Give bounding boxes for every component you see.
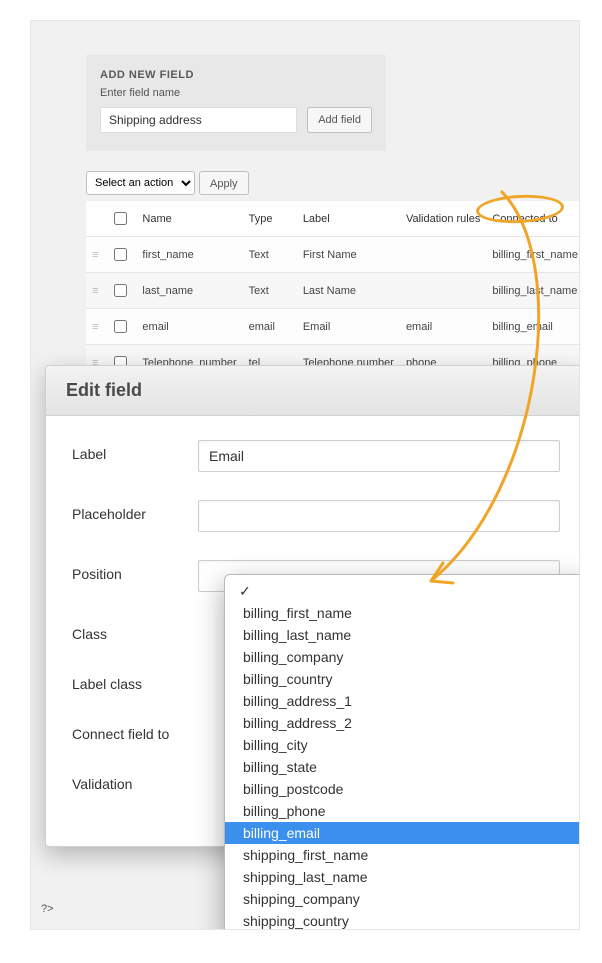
- col-connected: Connected to: [486, 201, 580, 237]
- dropdown-option[interactable]: billing_postcode: [225, 778, 580, 800]
- dropdown-option[interactable]: billing_address_1: [225, 690, 580, 712]
- apply-button[interactable]: Apply: [199, 171, 249, 195]
- cell-label: First Name: [297, 237, 400, 273]
- cell-validation: [400, 273, 486, 309]
- connect-field-label: Connect field to: [72, 720, 198, 742]
- cell-connected: billing_email: [486, 309, 580, 345]
- drag-handle-icon[interactable]: ≡: [92, 321, 98, 333]
- row-checkbox[interactable]: [114, 248, 127, 261]
- dropdown-checkmark: ✓: [225, 581, 580, 602]
- dropdown-option[interactable]: billing_first_name: [225, 602, 580, 624]
- table-row[interactable]: ≡ last_nameTextLast Name billing_last_name: [86, 273, 580, 309]
- cell-connected: billing_last_name: [486, 273, 580, 309]
- cell-label: Email: [297, 309, 400, 345]
- dropdown-option[interactable]: shipping_last_name: [225, 866, 580, 888]
- dropdown-option[interactable]: billing_last_name: [225, 624, 580, 646]
- dropdown-option[interactable]: billing_country: [225, 668, 580, 690]
- row-checkbox[interactable]: [114, 284, 127, 297]
- dropdown-option[interactable]: billing_city: [225, 734, 580, 756]
- placeholder-label: Placeholder: [72, 500, 198, 522]
- label-input[interactable]: [198, 440, 560, 472]
- dropdown-option[interactable]: billing_state: [225, 756, 580, 778]
- cell-name: email: [136, 309, 242, 345]
- placeholder-input[interactable]: [198, 500, 560, 532]
- col-type: Type: [243, 201, 297, 237]
- cell-type: Text: [243, 237, 297, 273]
- dropdown-option[interactable]: shipping_first_name: [225, 844, 580, 866]
- cell-connected: billing_first_name: [486, 237, 580, 273]
- drag-handle-icon[interactable]: ≡: [92, 285, 98, 297]
- col-label: Label: [297, 201, 400, 237]
- add-new-field-subtitle: Enter field name: [100, 87, 372, 99]
- dropdown-option[interactable]: shipping_country: [225, 910, 580, 930]
- cell-name: last_name: [136, 273, 242, 309]
- dropdown-option[interactable]: shipping_company: [225, 888, 580, 910]
- bulk-action-select[interactable]: Select an action: [86, 171, 195, 195]
- connect-field-dropdown[interactable]: ✓ billing_first_namebilling_last_namebil…: [224, 574, 580, 930]
- class-label: Class: [72, 620, 198, 642]
- dropdown-option[interactable]: billing_email: [225, 822, 580, 844]
- table-row[interactable]: ≡emailemailEmailemailbilling_email: [86, 309, 580, 345]
- stray-text: ?>: [41, 903, 54, 915]
- position-label: Position: [72, 560, 198, 582]
- row-checkbox[interactable]: [114, 320, 127, 333]
- modal-title: Edit field: [46, 366, 580, 416]
- cell-validation: email: [400, 309, 486, 345]
- edit-field-modal: Edit field Label Placeholder Position: [45, 365, 580, 847]
- dropdown-option[interactable]: billing_phone: [225, 800, 580, 822]
- cell-type: email: [243, 309, 297, 345]
- label-label: Label: [72, 440, 198, 462]
- cell-type: Text: [243, 273, 297, 309]
- select-all-checkbox[interactable]: [114, 212, 127, 225]
- add-new-field-panel: ADD NEW FIELD Enter field name Add field: [86, 55, 386, 151]
- dropdown-option[interactable]: billing_company: [225, 646, 580, 668]
- cell-name: first_name: [136, 237, 242, 273]
- cell-label: Last Name: [297, 273, 400, 309]
- add-field-button[interactable]: Add field: [307, 107, 372, 133]
- field-name-input[interactable]: [100, 107, 297, 133]
- add-new-field-title: ADD NEW FIELD: [100, 69, 372, 81]
- cell-validation: [400, 237, 486, 273]
- col-validation: Validation rules: [400, 201, 486, 237]
- validation-label: Validation: [72, 770, 198, 792]
- dropdown-option[interactable]: billing_address_2: [225, 712, 580, 734]
- col-name: Name: [136, 201, 242, 237]
- table-row[interactable]: ≡ first_nameTextFirst Name billing_first_n…: [86, 237, 580, 273]
- drag-handle-icon[interactable]: ≡: [92, 249, 98, 261]
- label-class-label: Label class: [72, 670, 198, 692]
